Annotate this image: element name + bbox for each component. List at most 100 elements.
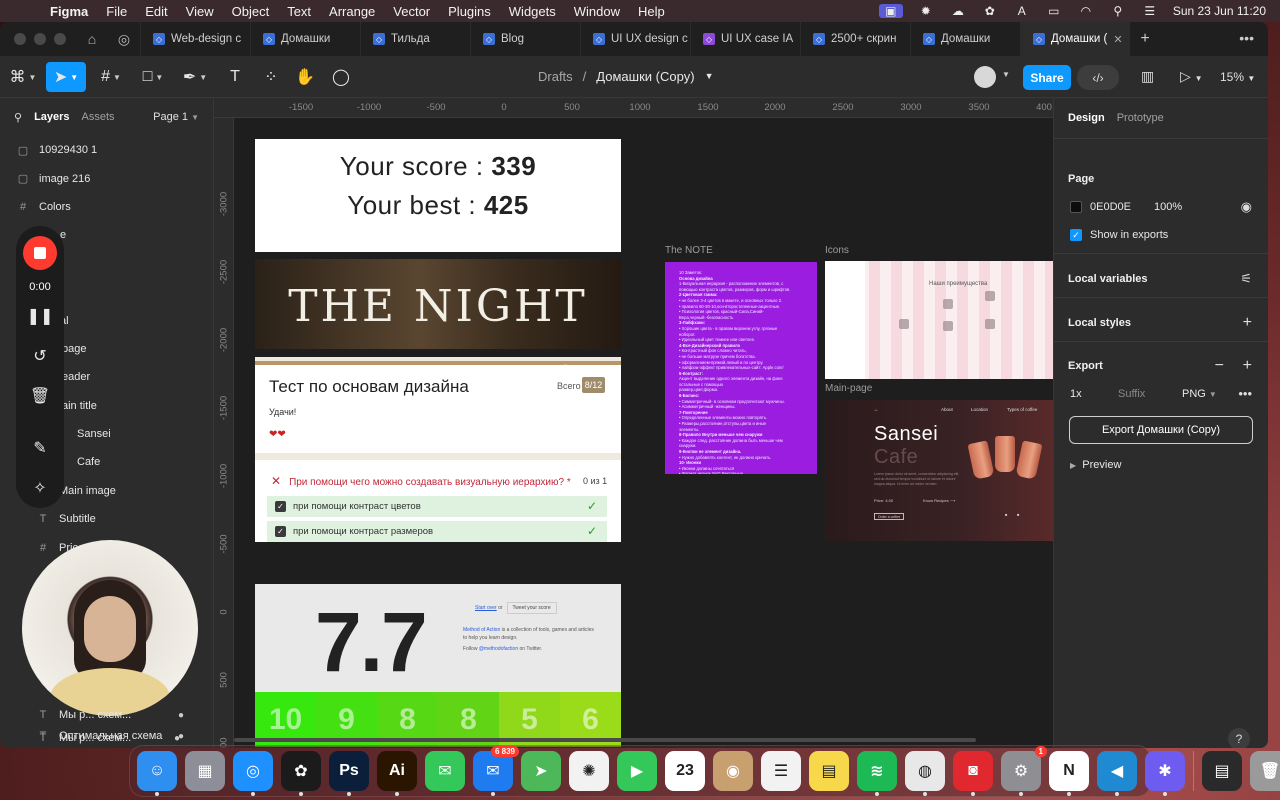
dock-app-notes[interactable]: ▤ xyxy=(809,751,849,791)
horizontal-scrollbar[interactable] xyxy=(234,738,976,742)
the-night-frame[interactable]: THE NIGHT xyxy=(255,259,621,349)
export-settings-more-icon[interactable]: ••• xyxy=(1238,386,1252,401)
menu-vector[interactable]: Vector xyxy=(393,4,430,19)
rating-frame[interactable]: 7.7 Start over or Tweet your score Method… xyxy=(255,584,621,747)
zoom-window-button[interactable] xyxy=(54,33,66,45)
tab-design[interactable]: Design xyxy=(1068,112,1105,124)
dock-app-messages[interactable]: ✉ xyxy=(425,751,465,791)
tab-file-3[interactable]: ◇ Тильда xyxy=(360,22,470,56)
export-suffix-input[interactable]: Suffix xyxy=(1118,388,1145,400)
dev-mode-toggle-icon[interactable]: ‹/› xyxy=(1077,65,1119,90)
search-icon[interactable]: ⚲ xyxy=(1109,4,1127,18)
tab-prototype[interactable]: Prototype xyxy=(1117,112,1164,124)
local-variables-title[interactable]: Local variables xyxy=(1068,273,1148,285)
keyboard-input-icon[interactable]: A xyxy=(1013,4,1031,18)
page-selector[interactable]: Page 1 ▼ xyxy=(153,111,199,123)
dock-app-vscode[interactable]: ◀ xyxy=(1097,751,1137,796)
add-export-plus-icon[interactable]: + xyxy=(1243,357,1252,375)
menu-object[interactable]: Object xyxy=(232,4,270,19)
eye-icon[interactable]: ◉ xyxy=(1241,199,1252,215)
trash-icon[interactable]: 🗑 xyxy=(16,386,64,406)
export-button[interactable]: Export Домашки (Copy) xyxy=(1069,416,1253,444)
more-options-icon[interactable]: ••• xyxy=(1239,30,1254,46)
preview-toggle[interactable]: ▶ Preview xyxy=(1070,459,1121,471)
creative-cloud-icon[interactable]: ☁ xyxy=(949,4,967,18)
dock-app-facetime[interactable]: ▶ xyxy=(617,751,657,791)
tab-file-6[interactable]: ◇ UI UX case IA xyxy=(690,22,800,56)
menu-arrange[interactable]: Arrange xyxy=(329,4,375,19)
dock-app-chatgpt[interactable]: ✱ xyxy=(1145,751,1185,796)
globe-icon[interactable]: ◎ xyxy=(108,22,140,56)
dock-app-chrome[interactable]: ◍ xyxy=(905,751,945,796)
main-menu-icon[interactable]: ⌘ ▼ xyxy=(8,62,38,92)
move-tool-icon[interactable]: ➤ ▼ xyxy=(46,62,86,92)
tab-file-active[interactable]: ◇ Домашки (✕ xyxy=(1020,22,1130,56)
wifi-icon[interactable]: ◠ xyxy=(1077,4,1095,18)
dock-app-calendar[interactable]: 23 xyxy=(665,751,705,791)
local-styles-title[interactable]: Local styles xyxy=(1068,317,1131,329)
magic-wand-icon[interactable]: ✧ xyxy=(16,478,64,498)
menu-clock[interactable]: Sun 23 Jun 11:20 xyxy=(1173,4,1266,18)
battery-icon[interactable]: ▭ xyxy=(1045,4,1063,18)
breadcrumb-drafts[interactable]: Drafts xyxy=(538,69,573,84)
layer-item[interactable]: T Мы р... схем... ● xyxy=(36,705,214,725)
home-icon[interactable]: ⌂ xyxy=(76,22,108,56)
dock-app-reminders[interactable]: ☰ xyxy=(761,751,801,791)
search-icon[interactable]: ⚲ xyxy=(14,111,22,124)
note-frame[interactable]: 10 Заметок: Основа дизайна 1-Визуальная ие… xyxy=(665,262,817,474)
close-window-button[interactable] xyxy=(14,33,26,45)
score-frame[interactable]: Your score : 339 Your best : 425 xyxy=(255,139,621,252)
dock-app-launchpad[interactable]: ▦ xyxy=(185,751,225,791)
frame-tool-icon[interactable]: # ▼ xyxy=(96,62,126,92)
remove-export-minus-icon[interactable]: − xyxy=(1215,357,1224,375)
restart-icon[interactable]: ↺ xyxy=(16,346,64,366)
pencil-icon[interactable]: ✎ xyxy=(16,438,64,458)
export-format-select[interactable]: PNG ▼ xyxy=(1182,388,1217,400)
dock-app-figma[interactable]: ✿ xyxy=(281,751,321,796)
components-tool-icon[interactable]: ⁘ xyxy=(256,62,286,92)
tab-layers[interactable]: Layers xyxy=(34,111,69,123)
layer-item[interactable]: T Subtitle xyxy=(0,505,213,533)
dock-app-photos[interactable]: ✺ xyxy=(569,751,609,791)
help-button[interactable]: ? xyxy=(1228,728,1250,748)
gear-icon[interactable]: ✹ xyxy=(917,4,935,18)
export-scale[interactable]: 1x xyxy=(1070,388,1082,400)
shape-tool-icon[interactable]: □ ▼ xyxy=(138,62,168,92)
stop-recording-button[interactable] xyxy=(23,236,57,270)
layer-item[interactable]: ▢ image 216 xyxy=(0,164,213,192)
menu-window[interactable]: Window xyxy=(574,4,620,19)
control-center-icon[interactable]: ☰ xyxy=(1141,4,1159,18)
icons-frame[interactable]: Наши преимущества xyxy=(825,261,1053,379)
page-color-swatch[interactable] xyxy=(1070,201,1082,213)
pause-icon[interactable]: ❚❚ xyxy=(16,306,64,326)
quiz-frame[interactable]: Тест по основам дизайна Всего 8/12 Удачи… xyxy=(255,357,621,542)
dock-app-recent-item[interactable]: ▤ xyxy=(1202,751,1242,791)
text-tool-icon[interactable]: T xyxy=(220,62,250,92)
dock-app-trash[interactable]: 🗑 xyxy=(1250,751,1280,791)
canvas[interactable]: -1500 -1000 -500 0 500 1000 1500 2000 25… xyxy=(214,98,1053,748)
share-button[interactable]: Share xyxy=(1023,65,1071,90)
layer-item[interactable]: T Оптимальная схема ● xyxy=(36,725,214,747)
hand-tool-icon[interactable]: ✋ xyxy=(290,62,320,92)
chevron-down-icon[interactable]: ▼ xyxy=(705,71,714,84)
dock-app-finder[interactable]: ☺ xyxy=(137,751,177,796)
dock-app-maps[interactable]: ➤ xyxy=(521,751,561,791)
add-style-plus-icon[interactable]: + xyxy=(1243,314,1252,332)
pen-tool-icon[interactable]: ✒ ▼ xyxy=(180,62,210,92)
file-name[interactable]: Домашки (Copy) xyxy=(596,69,694,84)
tab-assets[interactable]: Assets xyxy=(82,111,115,123)
show-in-exports-checkbox[interactable]: ✓ xyxy=(1070,229,1082,241)
page-color-hex[interactable]: 0E0D0E xyxy=(1090,201,1131,213)
screen-record-icon[interactable]: ▣ xyxy=(878,4,903,18)
dock-app-screen-recorder[interactable]: ◙ xyxy=(953,751,993,796)
comment-tool-icon[interactable]: ◯ xyxy=(326,62,356,92)
dock-app-system-settings[interactable]: ⚙ 1 xyxy=(1001,746,1047,796)
tab-file-1[interactable]: ◇ Web-design c xyxy=(140,22,250,56)
menu-view[interactable]: View xyxy=(186,4,214,19)
dock-app-contacts[interactable]: ◉ xyxy=(713,751,753,791)
tab-file-8[interactable]: ◇ Домашки xyxy=(910,22,1020,56)
figma-icon[interactable]: ✿ xyxy=(981,4,999,18)
main-page-frame[interactable]: ☕ About Location Types of coffee Sansei … xyxy=(825,400,1053,541)
icons-frame-label[interactable]: Icons xyxy=(825,245,849,256)
tab-file-4[interactable]: ◇ Blog xyxy=(470,22,580,56)
